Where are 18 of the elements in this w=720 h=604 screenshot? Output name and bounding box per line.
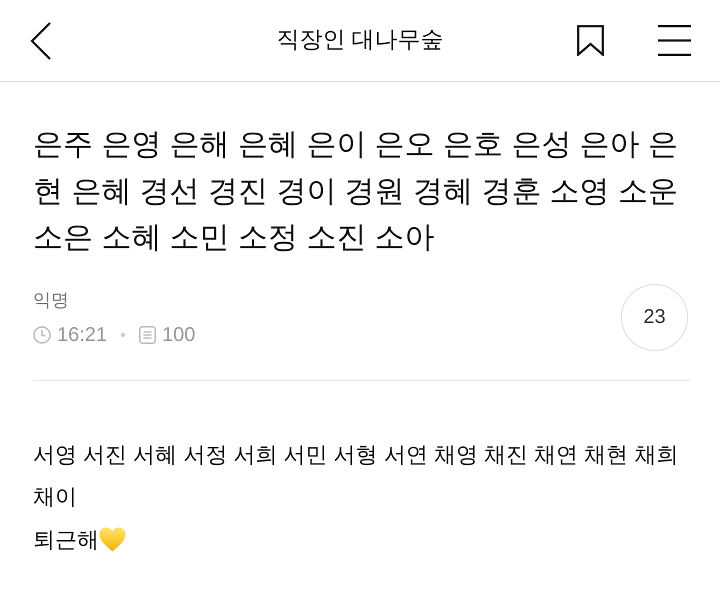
back-button[interactable] (30, 22, 52, 60)
view-count: 100 (162, 322, 196, 346)
post-time: 16:21 (57, 322, 108, 346)
menu-icon (658, 25, 691, 56)
body-text: 퇴근해 (33, 526, 99, 554)
comment-count-button[interactable]: 23 (621, 284, 688, 350)
clock-icon (33, 326, 51, 344)
bookmark-icon (577, 25, 604, 56)
document-icon (139, 326, 156, 344)
bookmark-button[interactable] (577, 25, 604, 56)
post-title: 은주 은영 은해 은혜 은이 은오 은호 은성 은아 은현 은혜 경선 경진 경이 경원 경혜 경훈 소영 소운 소은 소혜 소민 소정 소진 소아 (33, 127, 680, 256)
author-name: 익명 (33, 288, 69, 312)
page-title: 직장인 대나무숲 (276, 25, 444, 54)
heart-icon (99, 527, 126, 552)
menu-button[interactable] (658, 25, 691, 56)
back-chevron-icon (30, 22, 52, 60)
separator-dot-icon (121, 332, 126, 336)
body-text: 서영 서진 서혜 서정 서희 서민 서형 서연 채영 채진 채연 채현 채희 채이 (33, 440, 680, 511)
